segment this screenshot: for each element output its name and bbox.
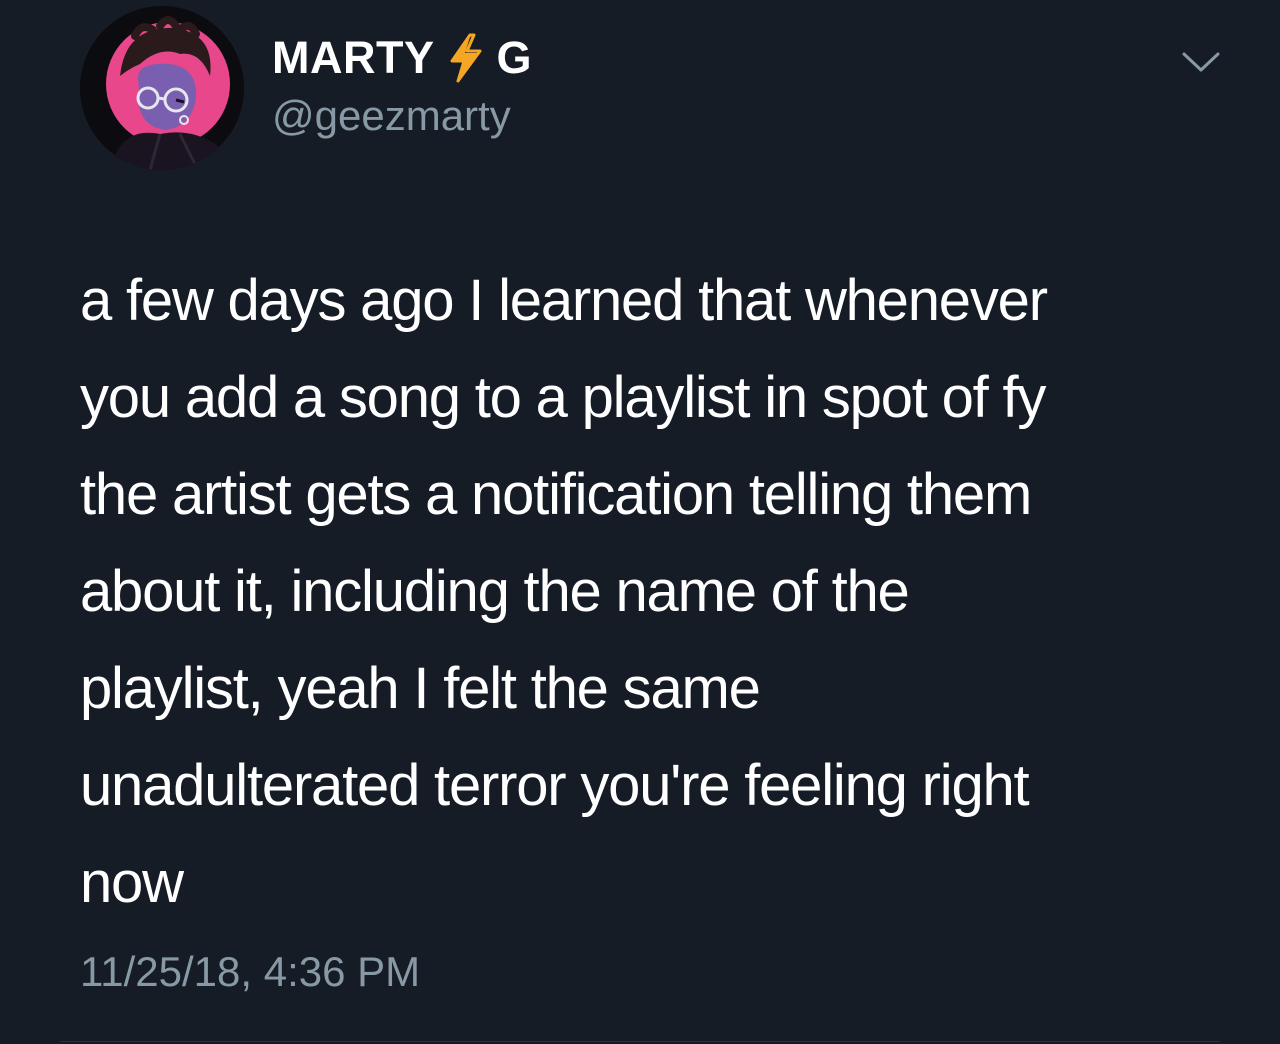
user-handle[interactable]: @geezmarty bbox=[272, 92, 511, 140]
divider bbox=[60, 1041, 1220, 1042]
avatar-illustration bbox=[80, 6, 244, 170]
display-name[interactable]: MARTY G bbox=[272, 30, 532, 86]
display-name-part1: MARTY bbox=[272, 32, 435, 83]
tweet-timestamp[interactable]: 11/25/18, 4:36 PM bbox=[80, 948, 420, 996]
avatar[interactable] bbox=[80, 6, 244, 170]
lightning-bolt-icon bbox=[444, 33, 488, 83]
display-name-part2: G bbox=[496, 32, 532, 83]
tweet-text: a few days ago I learned that whenever y… bbox=[80, 268, 1048, 915]
chevron-down-icon[interactable] bbox=[1180, 46, 1222, 76]
tweet-card: MARTY G @geezmarty a few days ago I lear… bbox=[0, 0, 1280, 1044]
